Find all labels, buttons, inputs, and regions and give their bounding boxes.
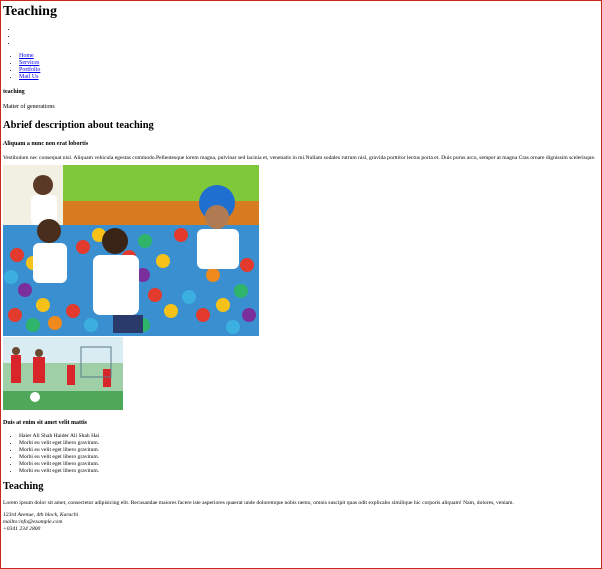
nav-link-portfolio[interactable]: Portfolio <box>19 67 40 73</box>
list-item: Morbi eu velit eget libero gravitum. <box>19 468 599 475</box>
list-item: Morbi eu velit eget libero gravitum. <box>19 440 599 447</box>
email-link[interactable]: mailto:info@example.com <box>3 519 62 525</box>
list-item: Haier Ali Shah Haider Ali Shah Hai <box>19 433 599 440</box>
list-item: Morbi eu velit eget libero gravitum. <box>19 454 599 461</box>
nav-link-home[interactable]: Home <box>19 53 34 59</box>
list-item: Morbi eu velit eget libero gravitum. <box>19 447 599 454</box>
nav-item-services: Services <box>19 60 599 67</box>
social-icon[interactable] <box>17 26 599 33</box>
main-nav: Home Services Portfolio Mail Us <box>3 53 599 81</box>
nav-link-mail-us[interactable]: Mail Us <box>19 74 39 80</box>
footer-paragraph: Lorem ipsum dolor sit amet, consectetur … <box>3 499 514 506</box>
social-icons-list <box>3 26 599 47</box>
list-heading: Duis at enim sit amet velit mattis <box>3 419 87 426</box>
social-icon[interactable] <box>17 40 599 47</box>
list-item: Morbi eu velit eget libero gravitum. <box>19 461 599 468</box>
phone-number: +0341 234 2800 <box>3 526 41 532</box>
nav-item-portfolio: Portfolio <box>19 67 599 74</box>
intro-tagline: Matter of generations <box>3 104 55 110</box>
footer-heading: Teaching <box>3 480 44 492</box>
nav-item-mail-us: Mail Us <box>19 74 599 81</box>
about-heading: Abrief description about teaching <box>3 120 154 131</box>
site-title: Teaching <box>3 4 57 19</box>
about-paragraph: Vestibulum nec consequat nisl. Aliquam v… <box>3 155 596 161</box>
feature-list: Haier Ali Shah Haider Ali Shah Hai Morbi… <box>3 433 599 475</box>
address-line: 123rd Avenue, 4th block, Karachi <box>3 512 79 518</box>
nav-item-home: Home <box>19 53 599 60</box>
contact-address: 123rd Avenue, 4th block, Karachi mailto:… <box>3 512 599 533</box>
intro-label: teaching <box>3 89 25 95</box>
social-icon[interactable] <box>17 33 599 40</box>
ball-pit-photo <box>3 164 259 336</box>
nav-link-services[interactable]: Services <box>19 60 39 66</box>
football-photo <box>3 336 123 410</box>
page: Teaching Home Services Portfolio Mail Us… <box>1 4 601 533</box>
about-subheading: Aliquam a nunc non erat lobortis <box>3 141 89 147</box>
